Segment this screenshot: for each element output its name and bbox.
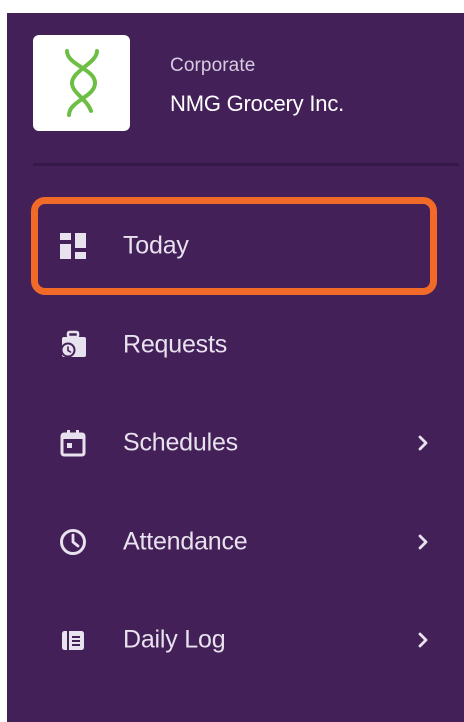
nav-item-daily-log[interactable]: Daily Log (31, 591, 437, 689)
nav-item-today[interactable]: Today (31, 197, 437, 295)
org-name: NMG Grocery Inc. (170, 91, 345, 116)
nav-item-attendance[interactable]: Attendance (31, 493, 437, 591)
calendar-icon (58, 428, 88, 458)
chevron-right-icon (415, 630, 431, 650)
nav-label-daily-log: Daily Log (123, 625, 226, 654)
org-subtitle: Corporate (170, 55, 256, 76)
org-header[interactable]: Corporate NMG Grocery Inc. (7, 13, 464, 163)
log-book-icon (58, 625, 88, 655)
clock-icon (58, 527, 88, 557)
nav-label-requests: Requests (123, 330, 228, 359)
nav-label-schedules: Schedules (123, 428, 238, 457)
sidebar-navigation: Corporate NMG Grocery Inc. Today Request… (7, 13, 464, 722)
chevron-right-icon (415, 433, 431, 453)
org-logo (33, 35, 130, 131)
nav-item-schedules[interactable]: Schedules (31, 394, 437, 492)
request-bag-icon (58, 330, 88, 360)
header-divider (33, 163, 459, 166)
nav-item-requests[interactable]: Requests (31, 296, 437, 394)
dashboard-icon (58, 231, 88, 261)
chevron-right-icon (415, 532, 431, 552)
nav-label-today: Today (123, 231, 189, 260)
nav-label-attendance: Attendance (123, 527, 248, 556)
green-x-logo-icon (64, 49, 99, 117)
